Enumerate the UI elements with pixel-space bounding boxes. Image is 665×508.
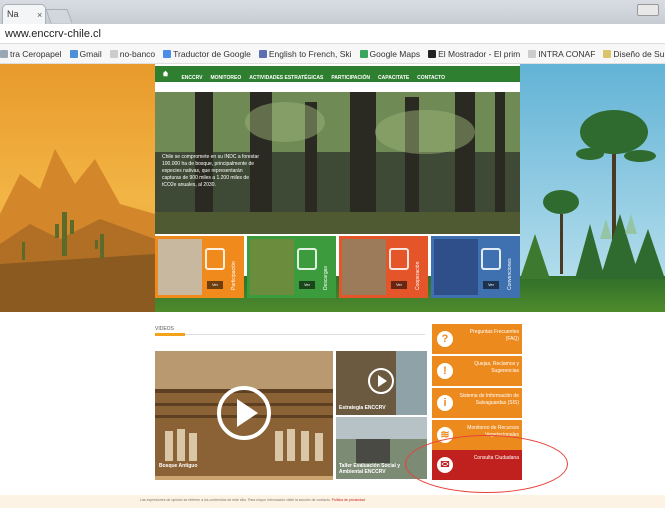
browser-tab-bar: Na × [0,0,665,24]
browser-tab[interactable]: Na × [2,4,46,24]
side-button-label: Sistema de Información de Salvaguardas (… [459,393,519,406]
window-controls[interactable] [637,4,659,16]
feature-tiles: Ver Participación Ver Descargas Ver Cooperaci… [155,236,520,298]
footer-note: Las expresiones de opinión se refieren a… [140,498,331,502]
side-button[interactable]: i Sistema de Información de Salvaguardas … [432,388,522,418]
bookmark-icon [528,50,537,58]
tile-view-button[interactable]: Ver [207,281,223,289]
side-button-label: Preguntas Frecuentes (FAQ) [469,329,519,342]
bookmark-label: English to French, Ski [268,49,352,59]
hero-slider[interactable]: Chile se compromete en su INDC a foresta… [155,92,520,234]
side-button[interactable]: ? Preguntas Frecuentes (FAQ) [432,324,522,354]
bookmark-item[interactable]: English to French, Ski [258,49,352,59]
bookmark-label: Google Maps [369,49,421,59]
tile-icon [389,248,409,270]
tile-photo [342,239,386,295]
slider-caption: Chile se compromete en su INDC a foresta… [162,154,259,188]
videos-divider [155,334,425,335]
tile-view-button[interactable]: Ver [299,281,315,289]
tile-icon [481,248,501,270]
bookmark-icon [0,50,8,58]
tile-label: Convenciones [507,258,513,290]
video-small-1-caption: Estrategia ENCCRV [339,405,386,411]
tile-view-button[interactable]: Ver [391,281,407,289]
url-text: www.enccrv-chile.cl [5,28,101,40]
feature-tile[interactable]: Ver Cooperación [339,236,428,298]
tile-label: Participación [231,261,237,290]
side-button[interactable]: ! Quejas, Reclamos y Sugerencias [432,356,522,386]
nav-item[interactable]: ACTIVIDADES ESTRATÉGICAS [249,75,323,81]
bookmark-label: INTRA CONAF [538,49,596,59]
tile-photo [250,239,294,295]
side-button-icon: ? [437,331,453,347]
side-button-label: Quejas, Reclamos y Sugerencias [474,361,519,374]
bookmark-label: tra Ceropapel [10,49,62,59]
videos-divider-accent [155,333,185,336]
site-main-nav: ENCCRV MONITOREO ACTIVIDADES ESTRATÉGICAS P… [155,66,520,82]
footer-link[interactable]: Política de privacidad [332,498,365,502]
bookmark-item[interactable]: no-banco [109,49,156,59]
feature-tile[interactable]: Ver Participación [155,236,244,298]
side-button-icon: ! [437,363,453,379]
tile-photo [434,239,478,295]
bookmark-item[interactable]: Google Maps [359,49,421,59]
bookmarks-bar: tra Ceropapel Gmail no-banco Traductor de G… [0,44,665,64]
video-main-thumbnail [155,351,333,476]
video-main-progress [155,476,333,480]
feature-tile[interactable]: Ver Descargas [247,236,336,298]
bookmark-label: no-banco [119,49,156,59]
bookmark-item[interactable]: tra Ceropapel [0,49,62,59]
bookmark-label: Traductor de Google [173,49,251,59]
new-tab-button[interactable] [45,9,73,23]
bookmark-icon [109,50,118,58]
footer-text: Las expresiones de opinión se refieren a… [140,498,365,502]
bookmark-item[interactable]: Traductor de Google [163,49,251,59]
web-page: ENCCRV MONITOREO ACTIVIDADES ESTRATÉGICAS P… [0,64,665,508]
bookmark-icon [603,50,612,58]
video-small-1[interactable]: Estrategia ENCCRV [336,351,427,415]
tile-icon [297,248,317,270]
bookmark-item[interactable]: Diseño de SurveyMo [603,49,665,59]
tile-label: Cooperación [415,261,421,290]
videos-heading: VIDEOS [155,326,174,332]
nav-item[interactable]: ENCCRV [181,75,202,81]
bookmark-icon [163,50,172,58]
nav-item[interactable]: PARTICIPACIÓN [331,75,370,81]
nav-item[interactable]: CONTACTO [417,75,445,81]
home-icon[interactable] [162,70,169,77]
bookmark-label: El Mostrador - El prim [438,49,521,59]
bookmark-item[interactable]: INTRA CONAF [528,49,595,59]
footer: Las expresiones de opinión se refieren a… [0,495,665,508]
nav-item[interactable]: MONITOREO [210,75,241,81]
bookmark-icon [69,50,78,58]
bookmark-item[interactable]: El Mostrador - El prim [428,49,520,59]
bookmark-label: Gmail [79,49,102,59]
feature-tile[interactable]: Ver Convenciones [431,236,520,298]
bookmark-item[interactable]: Gmail [69,49,102,59]
side-button-icon: i [437,395,453,411]
video-main-caption: Bosque Antiguo [159,463,198,469]
tab-close-icon[interactable]: × [37,10,42,20]
tile-icon [205,248,225,270]
tab-title: Na [7,9,19,19]
bookmark-icon [258,50,267,58]
tile-label: Descargas [323,266,329,290]
address-bar[interactable]: www.enccrv-chile.cl [0,24,665,44]
bookmark-icon [428,50,437,58]
video-main[interactable]: Bosque Antiguo [155,351,333,476]
bookmark-label: Diseño de SurveyMo [613,49,665,59]
bookmark-icon [359,50,368,58]
tile-photo [158,239,202,295]
nav-item[interactable]: CAPACITATE [378,75,409,81]
tile-view-button[interactable]: Ver [483,281,499,289]
highlight-annotation [405,435,568,493]
